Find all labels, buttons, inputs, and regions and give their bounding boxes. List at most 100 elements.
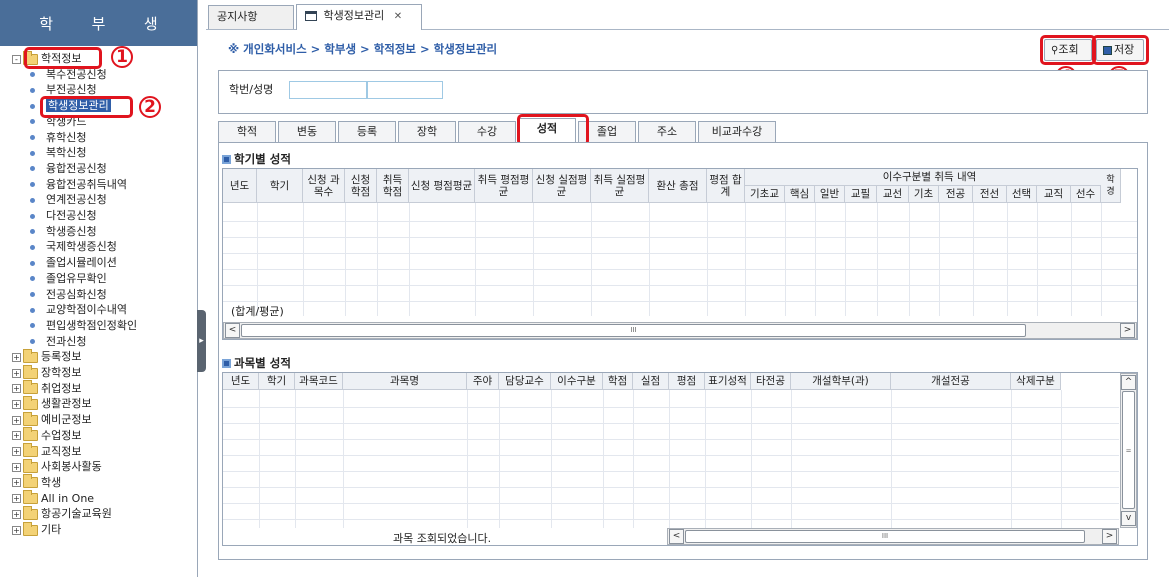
scroll-thumb[interactable]: III <box>241 324 1026 337</box>
horizontal-scrollbar[interactable]: < III > <box>667 528 1119 545</box>
window-icon <box>305 11 317 21</box>
sidebar-item[interactable]: + 수업정보 <box>12 427 81 444</box>
scroll-thumb[interactable]: III <box>685 530 1085 543</box>
scroll-right-icon[interactable]: > <box>1120 323 1135 338</box>
scroll-up-icon[interactable]: ^ <box>1121 375 1136 390</box>
expand-icon[interactable]: + <box>12 494 21 504</box>
highlight-box-5 <box>1092 35 1149 65</box>
sidebar-item[interactable]: 휴학신청 <box>30 130 86 146</box>
annotation-2: 2 <box>139 96 161 118</box>
sidebar-item[interactable]: + 항공기술교육원 <box>12 505 112 522</box>
tab-info[interactable]: 주소 <box>638 121 696 142</box>
folder-icon <box>23 380 38 395</box>
folder-icon <box>23 364 38 379</box>
sidebar-item[interactable]: 융합전공취득내역 <box>30 177 127 193</box>
tab-info[interactable]: 비교과수강 <box>698 121 776 142</box>
grid-col-line <box>591 203 592 316</box>
sidebar-item[interactable]: 복수전공신청 <box>30 67 107 83</box>
grid-col-line <box>1061 390 1062 528</box>
sidebar-item[interactable]: 졸업시뮬레이션 <box>30 255 117 271</box>
expand-icon[interactable]: + <box>12 352 21 362</box>
student-id-field[interactable] <box>289 81 367 99</box>
tab-notice[interactable]: 공지사항 <box>208 5 294 29</box>
term-grades-grid[interactable]: 년도 학기 신청 과목수 신청 학점 취득 학점 신청 평점평균 취득 평점평균 신청 실점평… <box>222 168 1138 340</box>
sidebar-item[interactable]: 편입생학점인정확인 <box>30 318 137 334</box>
sidebar-item[interactable]: + 생활관정보 <box>12 395 92 412</box>
sidebar-item[interactable]: + All in One <box>12 490 94 507</box>
sidebar-item[interactable]: 복학신청 <box>30 145 86 161</box>
expand-icon[interactable]: + <box>12 447 21 456</box>
grid-header: 삭제구분 <box>1011 373 1061 390</box>
grid-col-line <box>705 390 706 528</box>
collapse-icon[interactable]: - <box>12 54 21 64</box>
scroll-thumb[interactable]: = <box>1122 391 1135 509</box>
sidebar-item[interactable]: 전공심화신청 <box>30 287 107 303</box>
sidebar-item[interactable]: + 예비군정보 <box>12 411 92 428</box>
sidebar-item[interactable]: + 등록정보 <box>12 348 81 365</box>
tab-info[interactable]: 변동 <box>278 121 336 142</box>
expand-icon[interactable]: + <box>12 368 21 378</box>
expand-icon[interactable]: + <box>12 384 21 394</box>
sidebar-item[interactable]: 다전공신청 <box>30 208 97 224</box>
sidebar-item-label: 학생증신청 <box>46 224 97 238</box>
grid-row-line <box>223 407 1119 408</box>
grid-col-line <box>467 390 468 528</box>
folder-icon <box>23 411 38 426</box>
grid-col-line <box>603 390 604 528</box>
sidebar-item[interactable]: + 학생 <box>12 474 61 491</box>
sidebar-item[interactable]: + 기타 <box>12 521 61 538</box>
tab-info[interactable]: 등록 <box>338 121 396 142</box>
expand-icon[interactable]: + <box>12 415 21 425</box>
scroll-down-icon[interactable]: v <box>1121 511 1136 526</box>
grid-row-line <box>223 285 1137 286</box>
sidebar-item[interactable]: + 사회봉사활동 <box>12 458 102 475</box>
sidebar-item[interactable]: 졸업유무확인 <box>30 271 107 287</box>
sidebar-item[interactable]: + 장학정보 <box>12 364 81 381</box>
scroll-left-icon[interactable]: < <box>225 323 240 338</box>
tab-student-info[interactable]: 학생정보관리 ✕ <box>296 4 422 30</box>
grid-header: 전공 <box>939 186 973 203</box>
grid-col-line <box>551 390 552 528</box>
horizontal-scrollbar[interactable]: < III > <box>223 322 1137 339</box>
grid-header: 개설학부(과) <box>791 373 891 390</box>
sidebar-item[interactable]: + 교직정보 <box>12 443 81 460</box>
grid-col-line <box>345 203 346 316</box>
expand-icon[interactable]: + <box>12 509 21 519</box>
sidebar-item[interactable]: 융합전공신청 <box>30 161 107 177</box>
grid-row-line <box>223 455 1119 456</box>
tab-info[interactable]: 수강 <box>458 121 516 142</box>
bullet-icon <box>30 276 35 282</box>
scroll-right-icon[interactable]: > <box>1102 529 1117 544</box>
sidebar-item[interactable]: 연계전공신청 <box>30 192 107 208</box>
vertical-scrollbar[interactable]: ^ = v <box>1120 373 1137 528</box>
sidebar-item-label: 편입생학점인정확인 <box>46 318 138 332</box>
grid-header: 선수 <box>1071 186 1101 203</box>
tab-info[interactable]: 장학 <box>398 121 456 142</box>
grid-header: 신청 실점평균 <box>533 169 591 203</box>
sidebar-item[interactable]: 전과신청 <box>30 334 86 350</box>
grid-col-line <box>877 203 878 316</box>
folder-icon <box>23 458 38 473</box>
grid-header: 주야 <box>467 373 499 390</box>
expand-icon[interactable]: + <box>12 478 21 488</box>
sidebar-item[interactable]: 교양학점이수내역 <box>30 302 127 318</box>
sidebar-item[interactable]: + 취업정보 <box>12 380 81 397</box>
expand-icon[interactable]: + <box>12 431 21 441</box>
grid-header: 개설전공 <box>891 373 1011 390</box>
expand-icon[interactable]: + <box>12 462 21 472</box>
expand-icon[interactable]: + <box>12 525 21 535</box>
expand-icon[interactable]: + <box>12 399 21 409</box>
sidebar-item[interactable]: 학생증신청 <box>30 224 97 240</box>
scroll-left-icon[interactable]: < <box>669 529 684 544</box>
close-icon[interactable]: ✕ <box>394 11 402 22</box>
grid-row-line <box>223 221 1137 222</box>
grid-header: 학 경 <box>1101 169 1121 203</box>
tab-info[interactable]: 학적 <box>218 121 276 142</box>
student-name-field[interactable] <box>367 81 443 99</box>
sidebar-item[interactable]: 국제학생증신청 <box>30 239 117 255</box>
grid-header: 기초교 <box>745 186 785 203</box>
sidebar-item-label: 항공기술교육원 <box>41 507 112 521</box>
tab-notice-label: 공지사항 <box>217 10 258 23</box>
sidebar-collapse-handle[interactable]: ▸ <box>197 310 206 372</box>
course-grades-grid[interactable]: 년도 학기 과목코드 과목명 주야 담당교수 이수구분 학점 실점 평점 표기성적 타전공 개설학부(과… <box>222 372 1138 546</box>
